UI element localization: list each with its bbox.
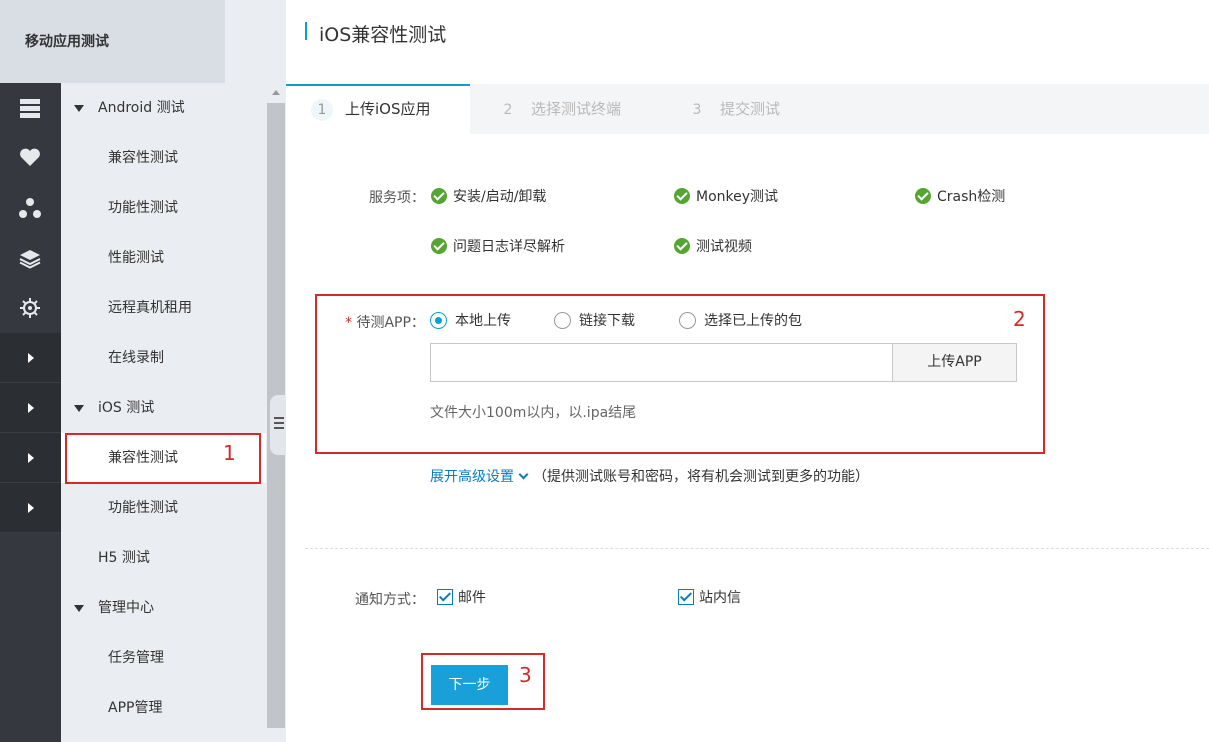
service-item-monkey: Monkey测试	[674, 187, 778, 207]
sidebar-title: 移动应用测试	[25, 34, 109, 50]
step-2: 2 选择测试终端	[497, 84, 621, 134]
annotation-number-3: 3	[519, 663, 532, 687]
sidebar-item-label: 远程真机租用	[108, 300, 192, 316]
sidebar-item-ios-func[interactable]: 功能性测试	[61, 483, 266, 533]
rail-item-network[interactable]	[0, 183, 61, 233]
sidebar-item-label: Android 测试	[98, 100, 185, 116]
checkbox-checked-icon	[678, 589, 694, 605]
annotation-number-2: 2	[1013, 307, 1026, 331]
rail-item-layers[interactable]	[0, 233, 61, 283]
notify-label: 通知方式：	[355, 592, 425, 608]
services-label: 服务项：	[369, 190, 425, 206]
gear-icon	[20, 298, 40, 318]
server-icon	[20, 99, 40, 118]
caret-right-icon	[28, 403, 34, 413]
rail-expand-4[interactable]	[0, 483, 61, 533]
step-bar: 1 上传iOS应用 2 选择测试终端 3 提交测试	[286, 84, 1209, 134]
rail-item-settings[interactable]	[0, 283, 61, 333]
checkbox-label: 邮件	[458, 590, 486, 606]
service-label: Monkey测试	[696, 189, 779, 205]
caret-down-icon	[74, 405, 84, 412]
service-label: 测试视频	[696, 239, 752, 255]
page-header: iOS兼容性测试	[286, 0, 1209, 84]
network-icon	[19, 198, 41, 218]
caret-down-icon	[74, 105, 84, 112]
page-title: iOS兼容性测试	[319, 24, 447, 46]
checkbox-label: 站内信	[699, 590, 741, 606]
checkbox-email[interactable]: 邮件	[437, 588, 486, 608]
sidebar-collapse-handle[interactable]	[270, 395, 286, 455]
title-accent-bar	[305, 22, 307, 40]
rail-item-heart[interactable]	[0, 133, 61, 183]
caret-right-icon	[28, 453, 34, 463]
rail-expand-3[interactable]	[0, 433, 61, 483]
sidebar-item-task-mgmt[interactable]: 任务管理	[61, 633, 266, 683]
sidebar-item-app-mgmt[interactable]: APP管理	[61, 683, 266, 733]
section-divider	[305, 548, 1209, 549]
check-circle-icon	[431, 238, 447, 254]
sidebar-item-h5[interactable]: H5 测试	[61, 533, 266, 583]
service-item-log: 问题日志详尽解析	[431, 237, 565, 257]
service-label: 问题日志详尽解析	[453, 239, 565, 255]
sidebar-group-android[interactable]: Android 测试	[61, 83, 266, 133]
caret-down-icon	[74, 605, 84, 612]
caret-right-icon	[28, 353, 34, 363]
collapse-icon	[274, 417, 284, 432]
annotation-box-2	[315, 294, 1045, 454]
caret-right-icon	[28, 503, 34, 513]
sidebar-item-label: 任务管理	[108, 650, 164, 666]
step-3: 3 提交测试	[686, 84, 780, 134]
checkbox-checked-icon	[437, 589, 453, 605]
advanced-settings: 展开高级设置 （提供测试账号和密码，将有机会测试到更多的功能）	[430, 466, 869, 486]
service-label: 安装/启动/卸载	[453, 189, 547, 205]
annotation-number-1: 1	[223, 441, 236, 465]
sidebar-item-label: 性能测试	[108, 250, 164, 266]
sidebar-item-android-perf[interactable]: 性能测试	[61, 233, 266, 283]
rail-expand-1[interactable]	[0, 333, 61, 383]
step-label: 选择测试终端	[531, 100, 622, 118]
sidebar-item-online-record[interactable]: 在线录制	[61, 333, 266, 383]
rail-item-server[interactable]	[0, 83, 61, 133]
sidebar-item-android-compat[interactable]: 兼容性测试	[61, 133, 266, 183]
check-circle-icon	[915, 188, 931, 204]
step-number: 1	[311, 99, 333, 121]
sidebar-group-admin[interactable]: 管理中心	[61, 583, 266, 633]
sidebar-item-label: H5 测试	[98, 550, 150, 566]
chevron-down-icon[interactable]	[518, 469, 529, 480]
step-number: 2	[503, 102, 513, 118]
sidebar-item-label: 管理中心	[98, 600, 154, 616]
service-item-video: 测试视频	[674, 237, 752, 257]
sidebar-item-label: 在线录制	[108, 350, 164, 366]
sidebar-item-android-func[interactable]: 功能性测试	[61, 183, 266, 233]
heart-icon	[20, 148, 40, 166]
check-circle-icon	[674, 238, 690, 254]
sidebar-item-label: iOS 测试	[98, 400, 155, 416]
sidebar-header: 移动应用测试	[0, 0, 225, 83]
service-label: Crash检测	[937, 189, 1006, 205]
checkbox-site-message[interactable]: 站内信	[678, 588, 741, 608]
rail-empty	[0, 533, 61, 742]
step-1[interactable]: 1 上传iOS应用	[286, 84, 470, 134]
advanced-settings-link[interactable]: 展开高级设置	[430, 469, 514, 485]
step-label: 提交测试	[720, 100, 781, 118]
rail-expand-2[interactable]	[0, 383, 61, 433]
service-item-crash: Crash检测	[915, 187, 1005, 207]
step-number: 3	[692, 102, 702, 118]
check-circle-icon	[431, 188, 447, 204]
check-circle-icon	[674, 188, 690, 204]
step-label: 上传iOS应用	[345, 100, 431, 118]
sidebar-item-label: 兼容性测试	[108, 150, 178, 166]
sidebar-item-label: 功能性测试	[108, 500, 178, 516]
sidebar-item-label: 功能性测试	[108, 200, 178, 216]
sidebar-group-ios[interactable]: iOS 测试	[61, 383, 266, 433]
scroll-up-icon[interactable]	[272, 90, 280, 95]
sidebar-item-remote-device[interactable]: 远程真机租用	[61, 283, 266, 333]
service-item-install: 安装/启动/卸载	[431, 187, 546, 207]
sidebar-item-label: APP管理	[108, 700, 163, 716]
advanced-settings-note: （提供测试账号和密码，将有机会测试到更多的功能）	[533, 469, 869, 485]
layers-icon	[19, 250, 41, 269]
